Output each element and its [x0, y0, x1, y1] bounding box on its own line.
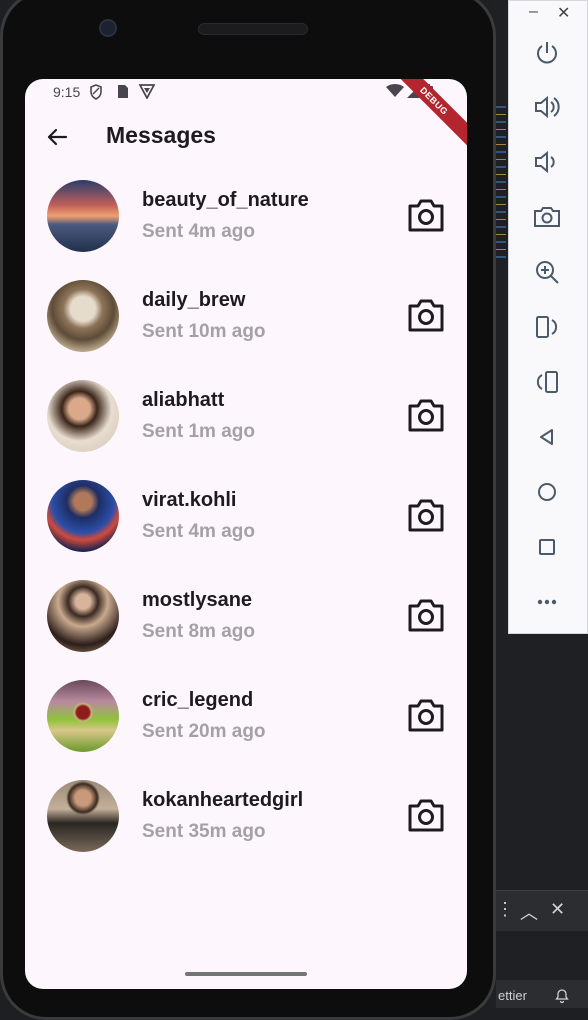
status-time: 9:15: [53, 84, 81, 100]
close-icon[interactable]: ✕: [557, 3, 570, 23]
camera-icon[interactable]: [407, 497, 445, 533]
avatar[interactable]: [47, 580, 119, 652]
avatar[interactable]: [47, 180, 119, 252]
sent-time: Sent 8m ago: [142, 621, 255, 642]
list-item[interactable]: cric_legend Sent 20m ago: [25, 677, 467, 757]
sent-time: Sent 10m ago: [142, 321, 266, 342]
bell-icon[interactable]: [554, 988, 570, 1007]
sim-card-icon: [117, 84, 129, 102]
username: daily_brew: [142, 289, 246, 311]
sent-time: Sent 4m ago: [142, 521, 255, 542]
camera-icon[interactable]: [407, 797, 445, 833]
prettier-status[interactable]: ettier: [498, 988, 527, 1003]
sent-time: Sent 20m ago: [142, 721, 266, 742]
avatar[interactable]: [47, 280, 119, 352]
avatar[interactable]: [47, 480, 119, 552]
username: aliabhatt: [142, 389, 225, 411]
username: kokanheartedgirl: [142, 789, 304, 811]
menu-icon[interactable]: ⋮: [496, 899, 514, 920]
screenshot-icon[interactable]: [531, 201, 563, 233]
phone-screen: 9:15 DEBUG Messages beauty_of_nature Sen…: [25, 79, 467, 989]
list-item[interactable]: beauty_of_nature Sent 4m ago: [25, 177, 467, 257]
camera-icon[interactable]: [407, 597, 445, 633]
camera-icon[interactable]: [407, 397, 445, 433]
sent-time: Sent 35m ago: [142, 821, 266, 842]
overview-icon[interactable]: [531, 531, 563, 563]
username: beauty_of_nature: [142, 189, 309, 211]
emulator-control-panel: – ✕: [508, 0, 588, 634]
back-arrow-icon[interactable]: [45, 125, 69, 149]
avatar[interactable]: [47, 780, 119, 852]
home-icon[interactable]: [531, 476, 563, 508]
rotate-left-icon[interactable]: [531, 311, 563, 343]
front-camera: [99, 19, 117, 37]
camera-icon[interactable]: [407, 697, 445, 733]
back-icon[interactable]: [531, 421, 563, 453]
list-item[interactable]: mostlysane Sent 8m ago: [25, 577, 467, 657]
camera-icon[interactable]: [407, 197, 445, 233]
zoom-icon[interactable]: [531, 256, 563, 288]
wifi-icon: [386, 84, 404, 101]
shield-icon: [89, 84, 103, 103]
ide-panel-header: ⋮ ︿ ✕: [496, 890, 588, 931]
page-title: Messages: [106, 122, 216, 148]
close-icon[interactable]: ✕: [550, 899, 565, 920]
list-item[interactable]: daily_brew Sent 10m ago: [25, 277, 467, 357]
avatar[interactable]: [47, 680, 119, 752]
rotate-right-icon[interactable]: [531, 366, 563, 398]
username: mostlysane: [142, 589, 253, 611]
more-icon[interactable]: [531, 586, 563, 618]
volume-up-icon[interactable]: [531, 91, 563, 123]
ide-status-bar: ettier: [496, 980, 588, 1008]
power-icon[interactable]: [531, 37, 563, 69]
vpn-icon: [138, 84, 156, 102]
ide-code-minimap: [496, 100, 506, 260]
sent-time: Sent 1m ago: [142, 421, 255, 442]
list-item[interactable]: virat.kohli Sent 4m ago: [25, 477, 467, 557]
chevron-up-icon[interactable]: ︿: [520, 899, 538, 925]
status-bar: 9:15 DEBUG: [25, 79, 467, 146]
list-item[interactable]: kokanheartedgirl Sent 35m ago: [25, 777, 467, 857]
sent-time: Sent 4m ago: [142, 221, 255, 242]
list-item[interactable]: aliabhatt Sent 1m ago: [25, 377, 467, 457]
camera-icon[interactable]: [407, 297, 445, 333]
minimize-icon[interactable]: –: [529, 3, 538, 21]
gesture-nav-pill[interactable]: [185, 972, 307, 976]
avatar[interactable]: [47, 380, 119, 452]
username: cric_legend: [142, 689, 254, 711]
app-bar: Messages: [25, 117, 467, 157]
earpiece-speaker: [198, 23, 308, 35]
username: virat.kohli: [142, 489, 237, 511]
volume-down-icon[interactable]: [531, 146, 563, 178]
